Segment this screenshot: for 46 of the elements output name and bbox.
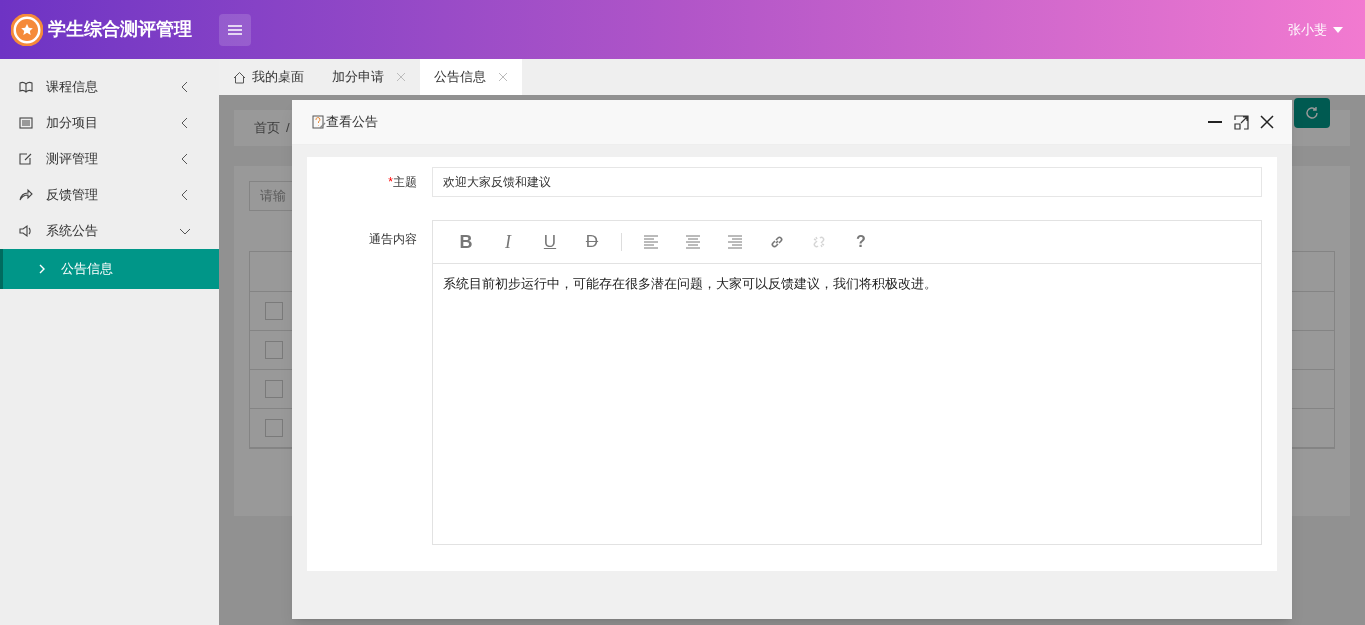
field-label: *主题 xyxy=(387,174,418,191)
breadcrumb-text: / xyxy=(286,119,290,138)
home-icon xyxy=(233,70,246,84)
sidebar-item[interactable]: 系统公告 xyxy=(0,213,219,249)
checkbox[interactable] xyxy=(265,341,283,359)
toolbar-button[interactable]: I xyxy=(487,227,529,257)
maximize-button[interactable] xyxy=(1234,114,1250,130)
edit-note-icon xyxy=(312,114,326,130)
toolbar-button[interactable]: ? xyxy=(840,227,882,257)
close-button[interactable] xyxy=(1260,114,1276,130)
close-icon xyxy=(1260,115,1274,129)
sidebar-item[interactable]: 测评管理 xyxy=(0,141,219,177)
menu-toggle-button[interactable] xyxy=(219,13,251,46)
tab[interactable]: 我的桌面 xyxy=(219,59,318,95)
caret-down-icon xyxy=(1333,26,1343,33)
app-title: 学生综合测评管理 xyxy=(48,18,192,41)
table-icon xyxy=(18,115,34,131)
chevron-right-icon xyxy=(39,264,45,274)
tab[interactable]: 加分申请 xyxy=(318,59,420,95)
checkbox[interactable] xyxy=(265,380,283,398)
sidebar-item[interactable]: 反馈管理 xyxy=(0,177,219,213)
refresh-icon xyxy=(1305,106,1319,120)
edit-icon xyxy=(18,151,34,167)
refresh-button[interactable] xyxy=(1294,98,1330,128)
checkbox[interactable] xyxy=(265,302,283,320)
checkbox[interactable] xyxy=(265,419,283,437)
logo-icon xyxy=(11,13,43,46)
minimize-icon xyxy=(1208,121,1222,123)
breadcrumb-text: 首页 xyxy=(254,119,280,138)
menu-icon xyxy=(228,24,242,35)
toolbar-button[interactable]: U xyxy=(529,227,571,257)
dialog-title: 查看公告 xyxy=(326,113,378,132)
announcement-text: 系统目前初步运行中，可能存在很多潜在问题，大家可以反馈建议，我们将积极改进。 xyxy=(442,275,938,293)
book-icon xyxy=(18,79,34,95)
share-icon xyxy=(18,187,34,203)
speaker-icon xyxy=(18,223,34,239)
toolbar-button[interactable]: B xyxy=(445,227,487,257)
sidebar-subitem[interactable]: 公告信息 xyxy=(0,249,219,289)
toolbar-button[interactable]: D xyxy=(571,227,613,257)
tab[interactable]: 公告信息 xyxy=(420,59,522,95)
sidebar-item[interactable]: 课程信息 xyxy=(0,69,219,105)
maximize-icon xyxy=(1234,114,1249,130)
subject-field[interactable]: 欢迎大家反馈和建议 xyxy=(432,167,1262,197)
sidebar-item[interactable]: 加分项目 xyxy=(0,105,219,141)
rich-text-editor[interactable]: B I U D ? 系统目前初步运行中，可能存在很多潜在问题，大家可以反馈建议，我们将积极改进。 xyxy=(432,220,1262,545)
field-label: 通告内容 xyxy=(368,231,418,248)
